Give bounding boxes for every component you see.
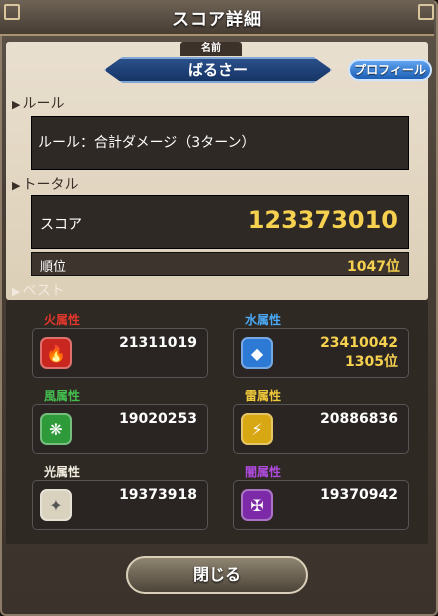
wind-icon: ❋ bbox=[40, 413, 72, 445]
water-icon: ◆ bbox=[241, 337, 273, 369]
light-score-box: ✦ 19373918 bbox=[32, 480, 208, 530]
light-icon: ✦ bbox=[40, 489, 72, 521]
fire-label: 火属性 bbox=[44, 313, 81, 327]
fire-icon: 🔥 bbox=[40, 337, 72, 369]
water-rank: 1305位 bbox=[345, 354, 398, 370]
rule-section-title: ▶ ルール bbox=[12, 93, 64, 113]
player-name: ばるさー bbox=[104, 57, 332, 83]
total-section-label: トータル bbox=[22, 177, 79, 193]
lightning-icon: ⚡ bbox=[241, 413, 273, 445]
light-value: 19373918 bbox=[119, 487, 197, 503]
triangle-right-icon: ▶ bbox=[12, 98, 21, 111]
close-button-label: 閉じる bbox=[192, 565, 241, 584]
total-section-title: ▶ トータル bbox=[12, 174, 78, 194]
score-label: スコア bbox=[40, 217, 82, 233]
rule-text: ルール：合計ダメージ（3ターン） bbox=[31, 116, 409, 170]
close-button[interactable]: 閉じる bbox=[126, 556, 308, 594]
lightning-label: 雷属性 bbox=[245, 389, 282, 403]
triangle-right-icon: ▶ bbox=[12, 285, 21, 298]
wind-value: 19020253 bbox=[119, 411, 197, 427]
best-section-title: ▶ ベスト bbox=[12, 280, 65, 300]
water-score-box: ◆ 23410042 1305位 bbox=[233, 328, 409, 378]
lightning-value: 20886836 bbox=[320, 411, 398, 427]
score-box: スコア 123373010 bbox=[31, 195, 409, 249]
rank-label: 順位 bbox=[40, 260, 67, 275]
dark-icon: ✠ bbox=[241, 489, 273, 521]
dark-score-box: ✠ 19370942 bbox=[233, 480, 409, 530]
corner-ornament bbox=[4, 4, 20, 20]
dark-label: 闇属性 bbox=[245, 465, 282, 479]
corner-ornament bbox=[418, 4, 434, 20]
window-title: スコア詳細 bbox=[0, 0, 434, 36]
lightning-score-box: ⚡ 20886836 bbox=[233, 404, 409, 454]
water-value: 23410042 bbox=[320, 335, 398, 351]
rank-value: 1047位 bbox=[347, 259, 400, 275]
triangle-right-icon: ▶ bbox=[12, 179, 21, 192]
wind-label: 風属性 bbox=[44, 389, 81, 403]
rank-box: 順位 1047位 bbox=[31, 252, 409, 276]
rule-section-label: ルール bbox=[22, 96, 65, 112]
profile-button[interactable]: プロフィール bbox=[348, 59, 432, 81]
best-section-label: ベスト bbox=[22, 283, 65, 299]
score-value: 123373010 bbox=[247, 206, 398, 234]
water-label: 水属性 bbox=[245, 313, 282, 327]
fire-score-box: 🔥 21311019 bbox=[32, 328, 208, 378]
name-tab: 名前 bbox=[180, 42, 242, 56]
fire-value: 21311019 bbox=[119, 335, 197, 351]
dark-value: 19370942 bbox=[320, 487, 398, 503]
wind-score-box: ❋ 19020253 bbox=[32, 404, 208, 454]
light-label: 光属性 bbox=[44, 465, 81, 479]
